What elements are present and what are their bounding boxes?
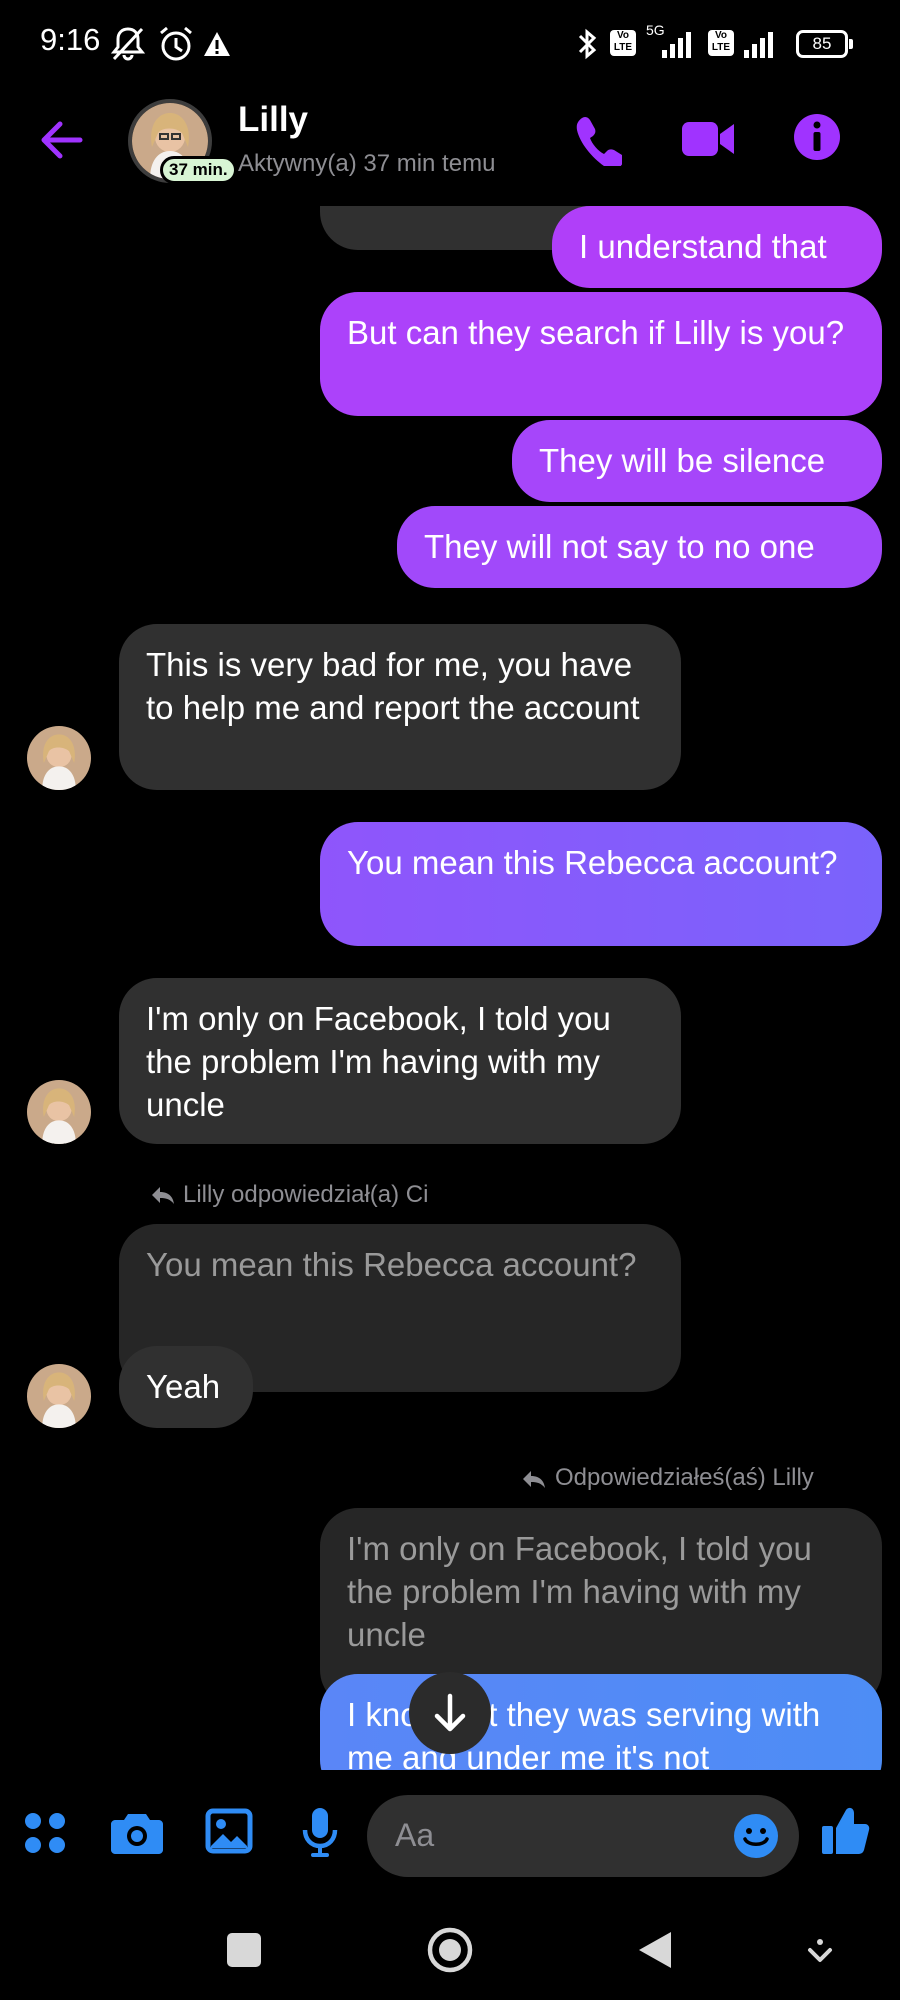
signal-icon-2	[744, 32, 773, 58]
warning-icon	[204, 32, 230, 56]
battery-indicator: 85	[796, 30, 853, 58]
chat-header: 37 min. Lilly Aktywny(a) 37 min temu	[0, 88, 900, 206]
contact-avatar-small[interactable]	[27, 1364, 91, 1428]
bluetooth-icon	[578, 28, 597, 60]
status-time: 9:16	[40, 22, 101, 57]
reply-label: Lilly odpowiedział(a) Ci	[183, 1181, 429, 1208]
message-bubble-outgoing[interactable]: I understand that	[552, 206, 882, 288]
contact-activity-status: Aktywny(a) 37 min temu	[238, 150, 496, 177]
apps-menu-icon[interactable]	[22, 1810, 68, 1856]
contact-avatar-small[interactable]	[27, 1080, 91, 1144]
video-call-icon[interactable]	[680, 118, 736, 160]
scroll-to-bottom-button[interactable]	[409, 1672, 491, 1754]
message-bubble-incoming[interactable]: This is very bad for me, you have to hel…	[119, 624, 681, 790]
emoji-icon[interactable]	[733, 1813, 779, 1859]
message-bubble-outgoing[interactable]: I know but they was serving with me and …	[320, 1674, 882, 1770]
avatar-image-icon	[27, 1364, 91, 1428]
system-nav-bar	[0, 1900, 900, 2000]
like-thumb-icon[interactable]	[820, 1804, 870, 1858]
back-arrow-icon[interactable]	[36, 114, 88, 166]
volte-badge-2: Vo LTE	[708, 30, 734, 56]
message-bubble-outgoing[interactable]: They will not say to no one	[397, 506, 882, 588]
reply-label: Odpowiedziałeś(aś) Lilly	[555, 1464, 814, 1491]
signal-icon	[662, 32, 691, 58]
message-input-placeholder: Aa	[395, 1817, 435, 1853]
reply-arrow-icon	[152, 1187, 174, 1204]
message-input[interactable]: Aa	[367, 1795, 799, 1877]
message-bubble-outgoing[interactable]: You mean this Rebecca account?	[320, 822, 882, 946]
active-time-badge: 37 min.	[160, 156, 237, 184]
recents-button[interactable]	[227, 1933, 261, 1967]
muted-bell-icon	[110, 27, 146, 61]
contact-name[interactable]: Lilly	[238, 100, 308, 140]
message-bubble-outgoing[interactable]: But can they search if Lilly is you?	[320, 292, 882, 416]
message-composer: Aa	[0, 1770, 900, 1900]
arrow-down-icon	[434, 1693, 466, 1732]
message-bubble-outgoing[interactable]: They will be silence	[512, 420, 882, 502]
avatar-image-icon	[27, 1080, 91, 1144]
alarm-icon	[160, 26, 192, 61]
info-icon[interactable]	[792, 112, 842, 162]
status-bar: 9:16 Vo LTE 5G Vo LTE 85	[0, 0, 900, 88]
message-bubble-incoming[interactable]: I'm only on Facebook, I told you the pro…	[119, 978, 681, 1144]
message-list[interactable]: I understand that But can they search if…	[0, 206, 900, 1770]
camera-icon[interactable]	[110, 1810, 164, 1856]
microphone-icon[interactable]	[300, 1806, 340, 1860]
gallery-icon[interactable]	[205, 1808, 253, 1854]
volte-badge: Vo LTE	[610, 30, 636, 56]
nav-collapse-icon[interactable]	[806, 1936, 834, 1966]
home-button[interactable]	[426, 1926, 474, 1974]
avatar-image-icon	[27, 726, 91, 790]
phone-call-icon[interactable]	[572, 112, 622, 166]
message-bubble-incoming[interactable]: Yeah	[119, 1346, 253, 1428]
reply-arrow-icon	[523, 1471, 545, 1488]
back-button[interactable]	[637, 1930, 673, 1970]
contact-avatar-small[interactable]	[27, 726, 91, 790]
